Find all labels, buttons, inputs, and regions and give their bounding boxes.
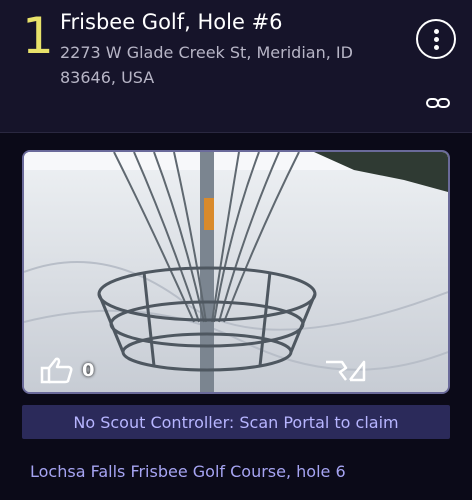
report-icon[interactable] xyxy=(324,358,370,382)
like-control[interactable]: 0 xyxy=(40,356,95,384)
portal-title: Frisbee Golf, Hole #6 xyxy=(60,10,283,34)
portal-address: 2273 W Glade Creek St, Meridian, ID 8364… xyxy=(60,43,353,87)
like-count: 0 xyxy=(82,359,95,381)
more-vertical-icon-dot xyxy=(434,45,439,50)
claim-banner[interactable]: No Scout Controller: Scan Portal to clai… xyxy=(22,405,450,439)
portal-description: Lochsa Falls Frisbee Golf Course, hole 6 xyxy=(30,462,346,481)
link-icon[interactable] xyxy=(426,96,450,110)
thumbs-up-icon xyxy=(40,357,73,384)
more-vertical-icon-dot xyxy=(434,37,439,42)
portal-header: 1 Frisbee Golf, Hole #6 2273 W Glade Cre… xyxy=(0,0,472,133)
more-options-button[interactable] xyxy=(416,19,456,59)
portal-photo-card[interactable]: 0 xyxy=(22,150,450,394)
more-vertical-icon xyxy=(434,29,439,34)
portal-rank: 1 xyxy=(22,7,54,65)
